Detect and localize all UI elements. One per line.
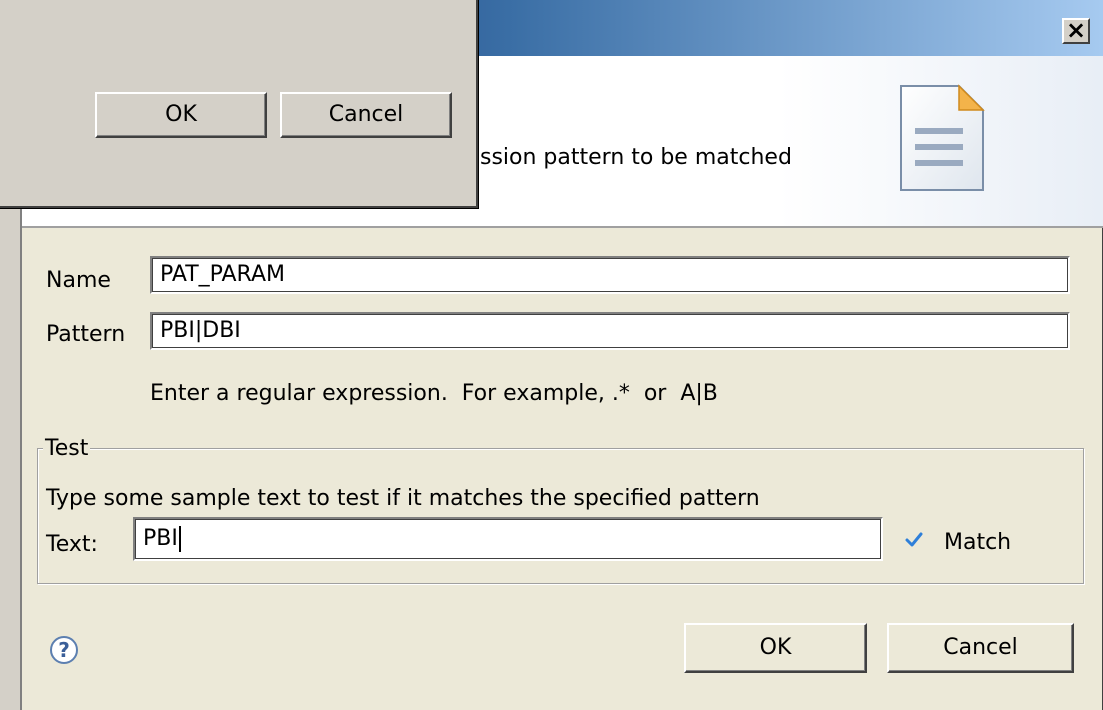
close-icon: × [1065,16,1087,44]
test-group [37,448,1084,584]
document-icon [895,82,987,198]
name-label: Name [46,268,111,293]
name-field[interactable]: PAT_PARAM [150,256,1070,294]
pattern-field[interactable]: PBI|DBI [150,312,1070,350]
ok-button[interactable]: OK [684,623,867,673]
test-group-legend: Test [43,436,91,461]
confirm-cancel-button[interactable]: Cancel [280,92,452,138]
confirm-ok-button[interactable]: OK [95,92,267,138]
cancel-button[interactable]: Cancel [887,623,1074,673]
text-label: Text: [46,532,98,557]
text-caret [178,526,181,552]
test-text-field[interactable]: PBI [133,517,883,561]
pattern-label: Pattern [46,322,126,347]
pattern-value: PBI|DBI [160,318,241,343]
check-icon [905,531,923,553]
banner-message: ssion pattern to be matched [480,145,792,170]
pattern-hint: Enter a regular expression. For example,… [150,381,718,406]
test-text-value: PBI [143,526,178,551]
confirm-dialog: OK Cancel [0,0,478,208]
help-icon[interactable]: ? [50,636,78,664]
name-value: PAT_PARAM [160,262,285,287]
close-button[interactable]: × [1062,18,1090,44]
test-description: Type some sample text to test if it matc… [46,486,760,511]
match-label: Match [944,530,1012,555]
